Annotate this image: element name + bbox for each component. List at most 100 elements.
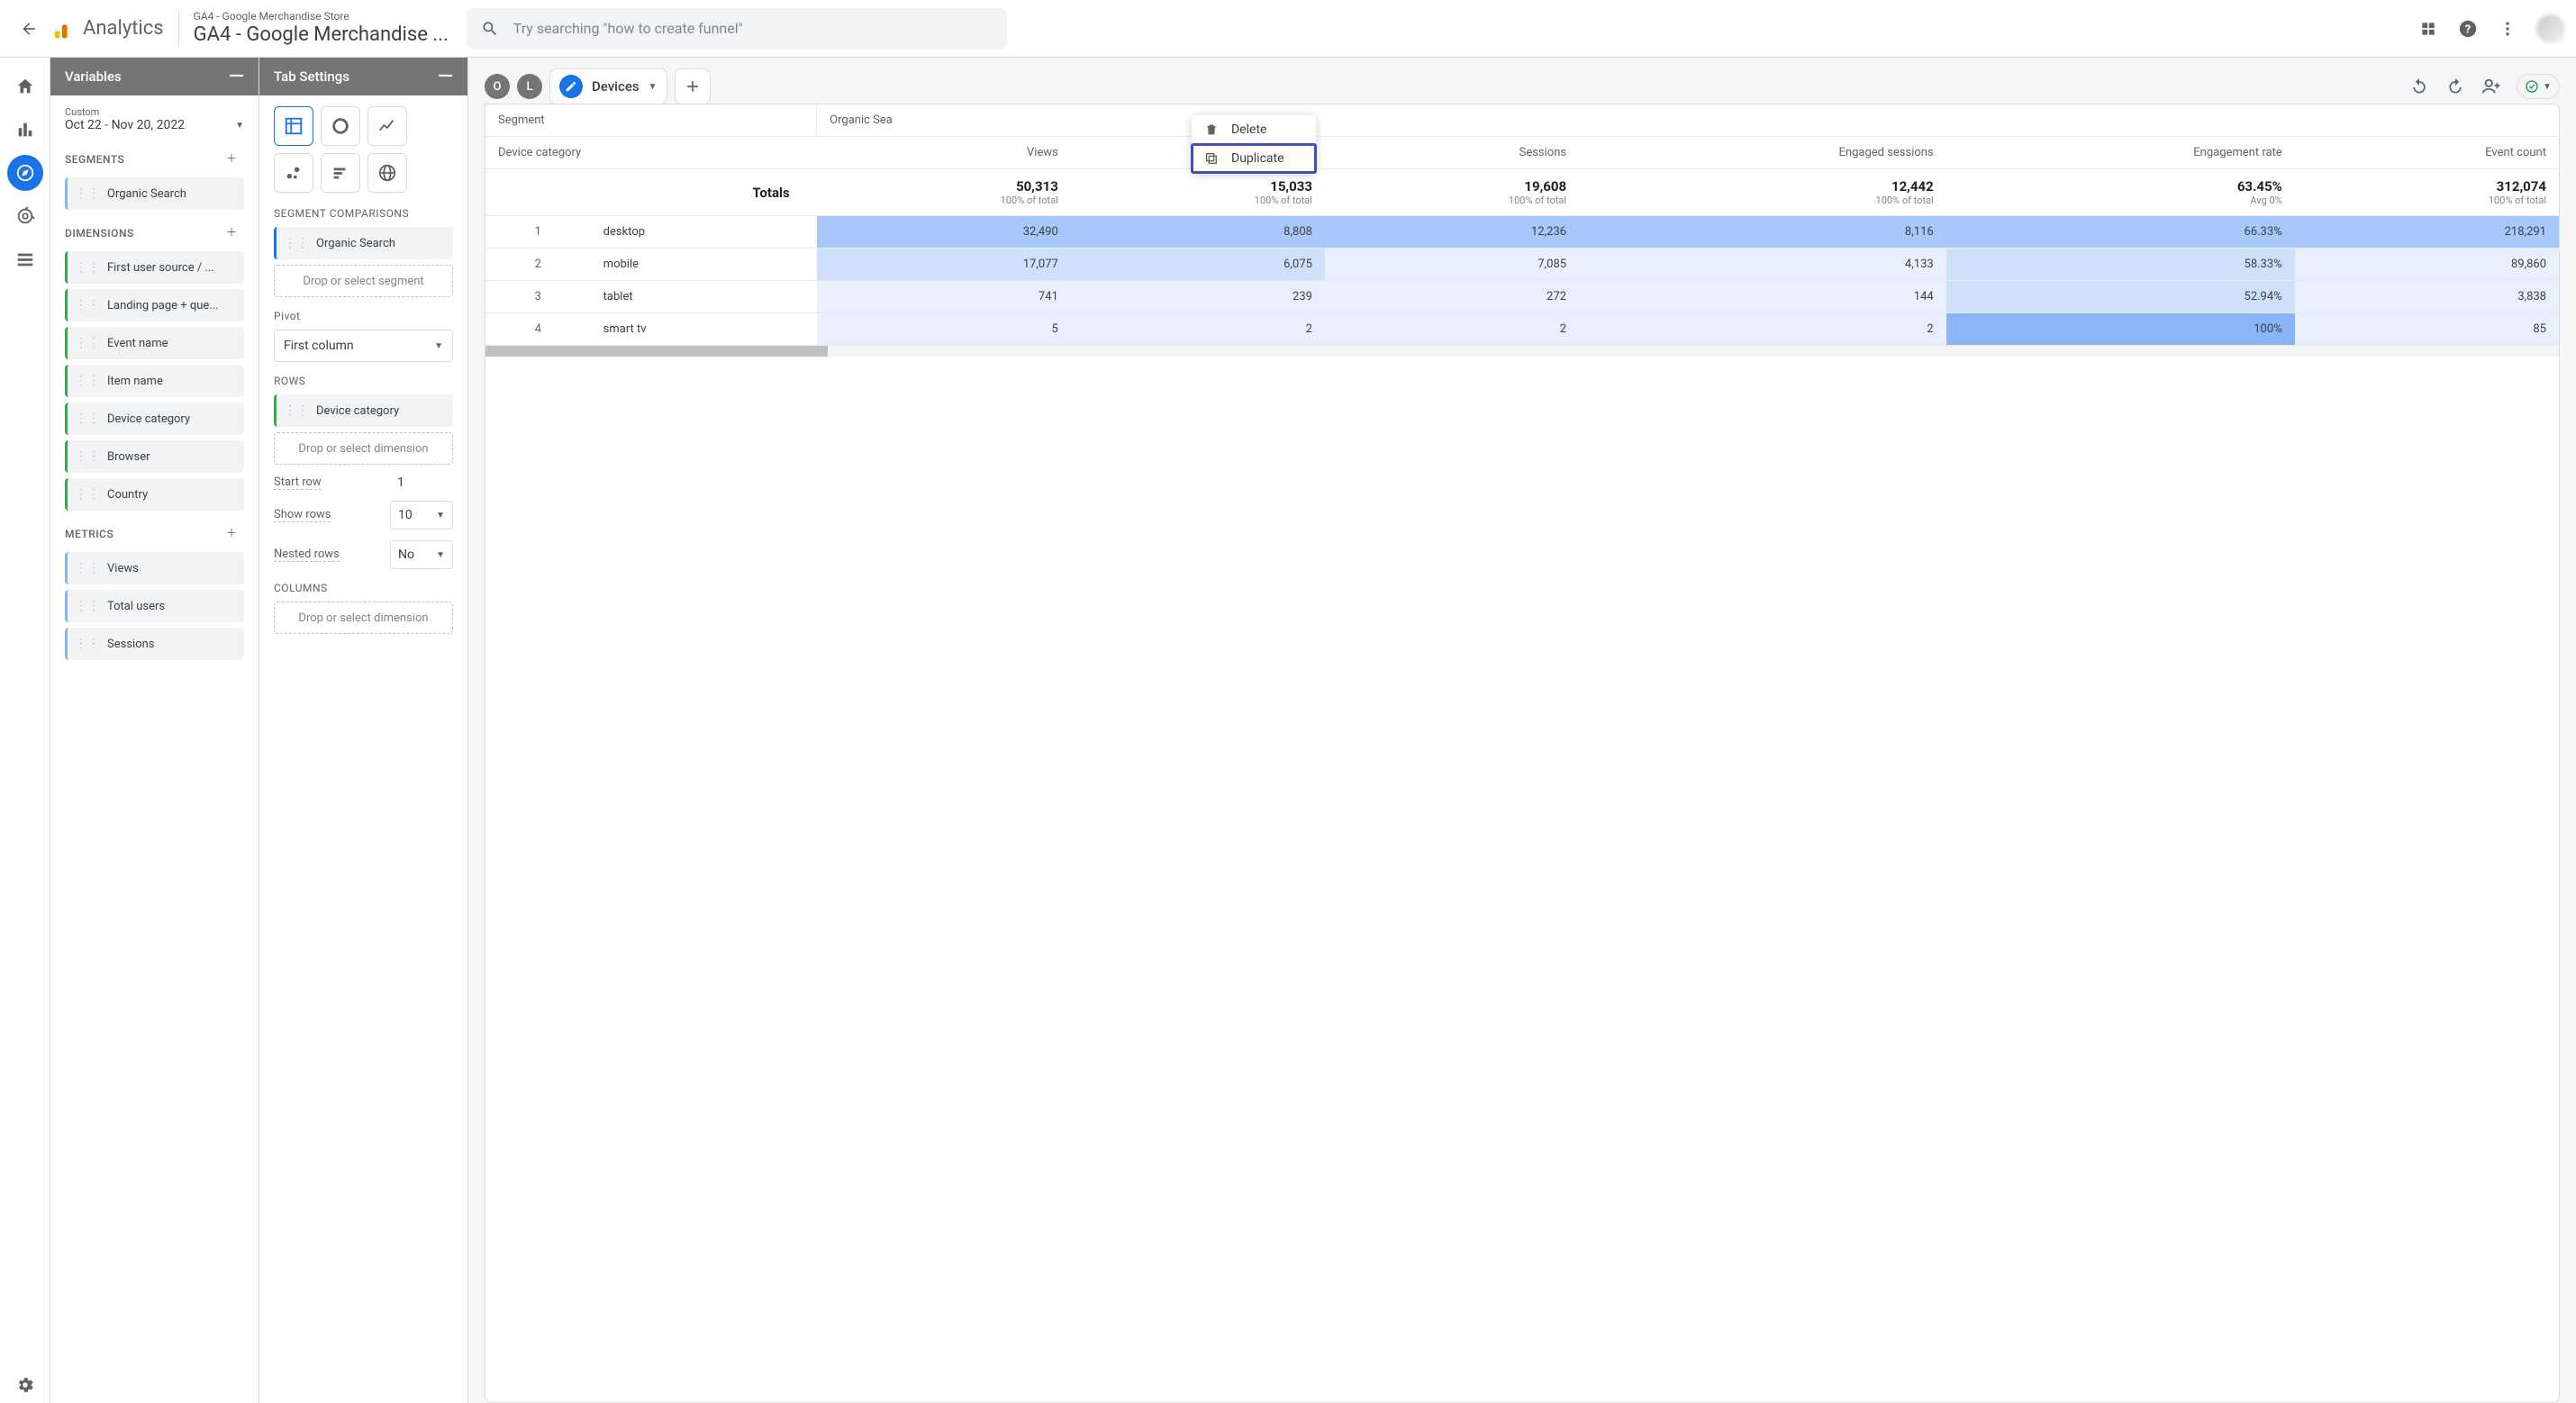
- metric-chip[interactable]: ⋮⋮Total users: [65, 590, 244, 622]
- columns-label: COLUMNS: [274, 582, 453, 594]
- menu-delete[interactable]: Delete: [1192, 115, 1316, 144]
- col-engagement-rate[interactable]: Engagement rate: [1946, 137, 2295, 169]
- add-metric-button[interactable]: ＋: [226, 525, 244, 543]
- dimension-chip-label: Device category: [107, 412, 190, 426]
- share-button[interactable]: [2481, 76, 2502, 97]
- variables-minimize-button[interactable]: —: [229, 66, 244, 88]
- col-event-count[interactable]: Event count: [2295, 137, 2559, 169]
- search-placeholder: Try searching "how to create funnel": [513, 20, 743, 37]
- totals-views: 50,313: [1016, 178, 1058, 195]
- cell-rate: 52.94%: [1946, 281, 2295, 313]
- help-button[interactable]: ?: [2457, 18, 2479, 40]
- table-row[interactable]: 1 desktop 32,490 8,808 12,236 8,116 66.3…: [485, 216, 2559, 249]
- date-custom-label: Custom: [65, 106, 244, 118]
- pivot-select[interactable]: First column▼: [274, 330, 453, 362]
- add-dimension-button[interactable]: ＋: [226, 224, 244, 242]
- table-row[interactable]: 4 smart tv 5 2 2 2 100% 85: [485, 313, 2559, 346]
- viz-line-button[interactable]: [367, 106, 407, 146]
- nested-rows-select[interactable]: No▼: [390, 540, 453, 569]
- scrollbar-thumb[interactable]: [485, 346, 828, 357]
- cell-events: 89,860: [2295, 249, 2559, 281]
- tab-dropdown-button[interactable]: ▼: [649, 82, 658, 92]
- drop-row-dimension-zone[interactable]: Drop or select dimension: [274, 432, 453, 465]
- apps-button[interactable]: [2417, 18, 2439, 40]
- search-icon: [481, 20, 499, 38]
- dimension-chip[interactable]: ⋮⋮Country: [65, 478, 244, 511]
- property-selector[interactable]: GA4 - Google Merchandise Store GA4 - Goo…: [178, 10, 449, 47]
- drop-segment-zone[interactable]: Drop or select segment: [274, 265, 453, 297]
- undo-button[interactable]: [2408, 76, 2430, 97]
- chevron-down-icon: ▼: [436, 550, 445, 560]
- tab-l[interactable]: L: [517, 74, 542, 99]
- nav-reports[interactable]: [7, 112, 43, 148]
- exploration-table: Segment Organic Sea Device category View…: [485, 104, 2559, 346]
- cell-engaged: 8,116: [1579, 216, 1946, 249]
- nav-admin[interactable]: [7, 1367, 43, 1403]
- arrow-left-icon: [20, 20, 38, 38]
- edit-tab-button[interactable]: [559, 75, 583, 98]
- show-rows-select[interactable]: 10▼: [390, 501, 453, 530]
- active-tab[interactable]: Devices ▼: [549, 68, 667, 104]
- add-segment-button[interactable]: ＋: [226, 150, 244, 168]
- status-indicator[interactable]: ▼: [2517, 74, 2560, 99]
- viz-bar-button[interactable]: [321, 153, 360, 193]
- col-views[interactable]: Views: [817, 137, 1071, 169]
- nav-configure[interactable]: [7, 241, 43, 277]
- row-dimension-chip[interactable]: ⋮⋮Device category: [274, 394, 453, 427]
- tab-context-menu: Delete Duplicate: [1192, 115, 1316, 173]
- horizontal-scrollbar[interactable]: [485, 346, 2559, 357]
- row-index: 3: [485, 281, 591, 313]
- more-button[interactable]: [2497, 18, 2518, 40]
- dimension-chip[interactable]: ⋮⋮Browser: [65, 440, 244, 473]
- col-sessions[interactable]: Sessions: [1325, 137, 1579, 169]
- metric-chip[interactable]: ⋮⋮Sessions: [65, 628, 244, 660]
- dimension-chip[interactable]: ⋮⋮First user source / ...: [65, 251, 244, 284]
- donut-icon: [331, 116, 350, 136]
- col-device-category[interactable]: Device category: [485, 137, 817, 169]
- cell-events: 85: [2295, 313, 2559, 346]
- home-icon: [15, 77, 35, 96]
- cell-rate: 66.33%: [1946, 216, 2295, 249]
- metric-chip-label: Views: [107, 562, 139, 575]
- drag-handle-icon: ⋮⋮: [75, 412, 100, 426]
- segment-chip[interactable]: ⋮⋮Organic Search: [65, 177, 244, 210]
- nav-advertising[interactable]: [7, 198, 43, 234]
- account-avatar[interactable]: [2536, 14, 2565, 43]
- menu-duplicate[interactable]: Duplicate: [1192, 144, 1316, 173]
- start-row-input[interactable]: 1: [390, 475, 453, 490]
- segment-comparison-chip[interactable]: ⋮⋮Organic Search: [274, 227, 453, 259]
- dimension-chip[interactable]: ⋮⋮Item name: [65, 365, 244, 397]
- date-range-picker[interactable]: Oct 22 - Nov 20, 2022 ▼: [65, 118, 244, 132]
- viz-scatter-button[interactable]: [274, 153, 313, 193]
- row-category: mobile: [591, 249, 817, 281]
- totals-sessions-sub: 100% of total: [1338, 195, 1566, 206]
- viz-geo-button[interactable]: [367, 153, 407, 193]
- show-rows-value: 10: [398, 508, 413, 522]
- dimension-chip[interactable]: ⋮⋮Landing page + que...: [65, 289, 244, 321]
- search-input[interactable]: Try searching "how to create funnel": [467, 8, 1007, 50]
- dimension-chip[interactable]: ⋮⋮ Device category: [65, 403, 244, 435]
- dimension-chip[interactable]: ⋮⋮Event name: [65, 327, 244, 359]
- table-row[interactable]: 3 tablet 741 239 272 144 52.94% 3,838: [485, 281, 2559, 313]
- back-button[interactable]: [11, 11, 47, 47]
- tab-o[interactable]: O: [485, 74, 510, 99]
- metric-chip[interactable]: ⋮⋮Views: [65, 552, 244, 584]
- drag-handle-icon: ⋮⋮: [75, 487, 100, 502]
- cell-rate: 58.33%: [1946, 249, 2295, 281]
- totals-c2-sub: 100% of total: [1084, 195, 1312, 206]
- col-engaged-sessions[interactable]: Engaged sessions: [1579, 137, 1946, 169]
- drag-handle-icon: ⋮⋮: [75, 336, 100, 350]
- drag-handle-icon: ⋮⋮: [75, 449, 100, 464]
- redo-button[interactable]: [2444, 76, 2466, 97]
- drag-handle-icon: ⋮⋮: [75, 298, 100, 312]
- table-row[interactable]: 2 mobile 17,077 6,075 7,085 4,133 58.33%…: [485, 249, 2559, 281]
- add-tab-button[interactable]: [675, 68, 711, 104]
- nav-home[interactable]: [7, 68, 43, 104]
- nav-explore[interactable]: [7, 155, 43, 191]
- tab-settings-minimize-button[interactable]: —: [438, 66, 453, 88]
- chevron-down-icon: ▼: [235, 121, 244, 131]
- viz-donut-button[interactable]: [321, 106, 360, 146]
- cell-events: 218,291: [2295, 216, 2559, 249]
- viz-table-button[interactable]: [274, 106, 313, 146]
- drop-column-dimension-zone[interactable]: Drop or select dimension: [274, 602, 453, 634]
